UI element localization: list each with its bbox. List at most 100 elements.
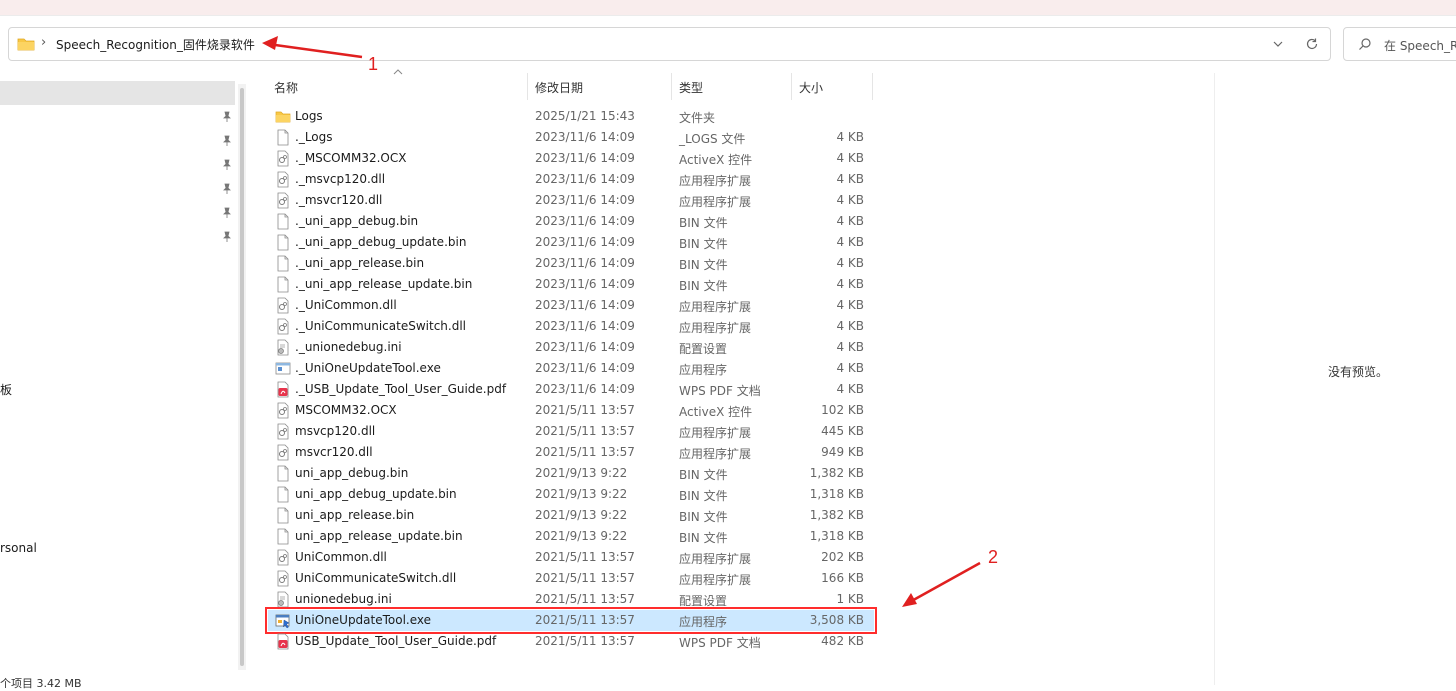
file-icon <box>275 255 291 272</box>
file-name: msvcp120.dll <box>295 424 376 438</box>
pin-icon <box>223 111 231 122</box>
file-type: 应用程序扩展 <box>679 321 752 335</box>
file-size: 4 KB <box>836 172 864 186</box>
file-type: 应用程序扩展 <box>679 195 752 209</box>
column-size[interactable]: 大小 <box>793 73 873 100</box>
column-name[interactable]: 名称 <box>268 73 528 100</box>
file-type: 配置设置 <box>679 342 728 356</box>
file-type: BIN 文件 <box>679 510 728 524</box>
file-name: MSCOMM32.OCX <box>295 403 397 417</box>
column-type[interactable]: 类型 <box>673 73 792 100</box>
file-row[interactable]: ._Logs 2023/11/6 14:09 _LOGS 文件 4 KB <box>268 127 874 148</box>
file-size: 4 KB <box>836 382 864 396</box>
file-size: 4 KB <box>836 193 864 207</box>
file-size: 949 KB <box>821 445 864 459</box>
file-name: ._Logs <box>295 130 333 144</box>
file-row[interactable]: unionedebug.ini 2021/5/11 13:57 配置设置 1 KB <box>268 589 874 610</box>
file-row[interactable]: ._MSCOMM32.OCX 2023/11/6 14:09 ActiveX 控件 4… <box>268 148 874 169</box>
pin-icon <box>223 183 231 194</box>
file-name: ._MSCOMM32.OCX <box>295 151 407 165</box>
file-size: 1,318 KB <box>809 529 864 543</box>
file-type: ActiveX 控件 <box>679 153 753 167</box>
address-bar[interactable]: › Speech_Recognition_固件烧录软件 <box>8 27 1331 61</box>
file-date: 2023/11/6 14:09 <box>535 361 635 375</box>
file-name: unionedebug.ini <box>295 592 392 606</box>
file-row[interactable]: Logs 2025/1/21 15:43 文件夹 <box>268 106 874 127</box>
file-date: 2023/11/6 14:09 <box>535 214 635 228</box>
file-row[interactable]: uni_app_release_update.bin 2021/9/13 9:22… <box>268 526 874 547</box>
file-type: 应用程序扩展 <box>679 573 752 587</box>
file-row[interactable]: msvcr120.dll 2021/5/11 13:57 应用程序扩展 949 KB <box>268 442 874 463</box>
file-size: 4 KB <box>836 340 864 354</box>
file-row[interactable]: USB_Update_Tool_User_Guide.pdf 2021/5/11 … <box>268 631 874 652</box>
file-row[interactable]: UniCommunicateSwitch.dll 2021/5/11 13:57 应… <box>268 568 874 589</box>
file-row[interactable]: ._msvcr120.dll 2023/11/6 14:09 应用程序扩展 4 KB <box>268 190 874 211</box>
file-row[interactable]: ._UniOneUpdateTool.exe 2023/11/6 14:09 应用程… <box>268 358 874 379</box>
file-type: ActiveX 控件 <box>679 405 753 419</box>
file-row[interactable]: UniCommon.dll 2021/5/11 13:57 应用程序扩展 202 KB <box>268 547 874 568</box>
file-row[interactable]: MSCOMM32.OCX 2021/5/11 13:57 ActiveX 控件 102… <box>268 400 874 421</box>
dll-file-icon <box>275 192 291 209</box>
status-bar-text: 个项目 3.42 MB <box>0 677 82 690</box>
pin-icon <box>223 207 231 218</box>
file-name: ._uni_app_release.bin <box>295 256 425 270</box>
file-row[interactable]: ._uni_app_debug_update.bin 2023/11/6 14:0… <box>268 232 874 253</box>
file-date: 2021/5/11 13:57 <box>535 571 635 585</box>
file-row[interactable]: uni_app_debug_update.bin 2021/9/13 9:22 BI… <box>268 484 874 505</box>
file-icon <box>275 276 291 293</box>
file-row[interactable]: ._uni_app_debug.bin 2023/11/6 14:09 BIN 文件… <box>268 211 874 232</box>
nav-selected-item[interactable] <box>0 81 235 105</box>
column-date[interactable]: 修改日期 <box>529 73 672 100</box>
file-row[interactable]: ._unionedebug.ini 2023/11/6 14:09 配置设置 4 KB <box>268 337 874 358</box>
file-type: BIN 文件 <box>679 216 728 230</box>
file-type: BIN 文件 <box>679 237 728 251</box>
file-size: 4 KB <box>836 151 864 165</box>
file-type: BIN 文件 <box>679 279 728 293</box>
file-date: 2023/11/6 14:09 <box>535 319 635 333</box>
annotation-label-2: 2 <box>988 547 999 567</box>
annotation-label-1: 1 <box>368 54 379 74</box>
file-row[interactable]: ._USB_Update_Tool_User_Guide.pdf 2023/11/… <box>268 379 874 400</box>
file-date: 2023/11/6 14:09 <box>535 340 635 354</box>
breadcrumb-folder[interactable]: Speech_Recognition_固件烧录软件 <box>56 36 255 53</box>
file-date: 2023/11/6 14:09 <box>535 277 635 291</box>
file-row[interactable]: msvcp120.dll 2021/5/11 13:57 应用程序扩展 445 KB <box>268 421 874 442</box>
file-row[interactable]: ._UniCommon.dll 2023/11/6 14:09 应用程序扩展 4 KB <box>268 295 874 316</box>
file-name: UniCommon.dll <box>295 550 387 564</box>
search-input[interactable]: 在 Speech_R <box>1384 37 1456 54</box>
file-name: UniOneUpdateTool.exe <box>295 613 432 627</box>
file-name: msvcr120.dll <box>295 445 373 459</box>
file-date: 2023/11/6 14:09 <box>535 256 635 270</box>
file-type: 应用程序扩展 <box>679 174 752 188</box>
search-icon <box>1359 38 1371 50</box>
file-size: 1 KB <box>836 592 864 606</box>
nav-item-label[interactable]: rsonal <box>0 541 37 555</box>
file-size: 1,382 KB <box>809 508 864 522</box>
nav-item-label[interactable]: 板 <box>0 381 12 398</box>
column-header: 名称 修改日期 类型 大小 <box>268 69 874 100</box>
file-row[interactable]: ._uni_app_release_update.bin 2023/11/6 14… <box>268 274 874 295</box>
file-date: 2021/5/11 13:57 <box>535 403 635 417</box>
file-row[interactable]: ._msvcp120.dll 2023/11/6 14:09 应用程序扩展 4 KB <box>268 169 874 190</box>
file-row[interactable]: uni_app_release.bin 2021/9/13 9:22 BIN 文件 1… <box>268 505 874 526</box>
file-date: 2023/11/6 14:09 <box>535 130 635 144</box>
file-name: ._msvcp120.dll <box>295 172 386 186</box>
file-name: uni_app_release.bin <box>295 508 415 522</box>
nav-scrollbar-thumb[interactable] <box>240 88 244 666</box>
file-row-selected[interactable]: UniOneUpdateTool.exe 2021/5/11 13:57 应用程序 3… <box>265 607 877 634</box>
file-name: USB_Update_Tool_User_Guide.pdf <box>295 634 497 648</box>
file-row[interactable]: ._uni_app_release.bin 2023/11/6 14:09 BIN … <box>268 253 874 274</box>
file-row[interactable]: uni_app_debug.bin 2021/9/13 9:22 BIN 文件 1,3… <box>268 463 874 484</box>
ini-file-icon <box>275 591 291 608</box>
refresh-icon[interactable] <box>1304 36 1320 52</box>
file-name: ._unionedebug.ini <box>295 340 402 354</box>
file-date: 2021/9/13 9:22 <box>535 487 628 501</box>
search-box[interactable]: 在 Speech_R <box>1343 27 1456 61</box>
file-type: 应用程序 <box>679 615 728 629</box>
file-size: 102 KB <box>821 403 864 417</box>
dll-file-icon <box>275 171 291 188</box>
file-name: Logs <box>295 109 323 123</box>
file-row[interactable]: ._UniCommunicateSwitch.dll 2023/11/6 14:0… <box>268 316 874 337</box>
chevron-down-icon[interactable] <box>1271 37 1285 51</box>
folder-icon <box>17 38 35 51</box>
